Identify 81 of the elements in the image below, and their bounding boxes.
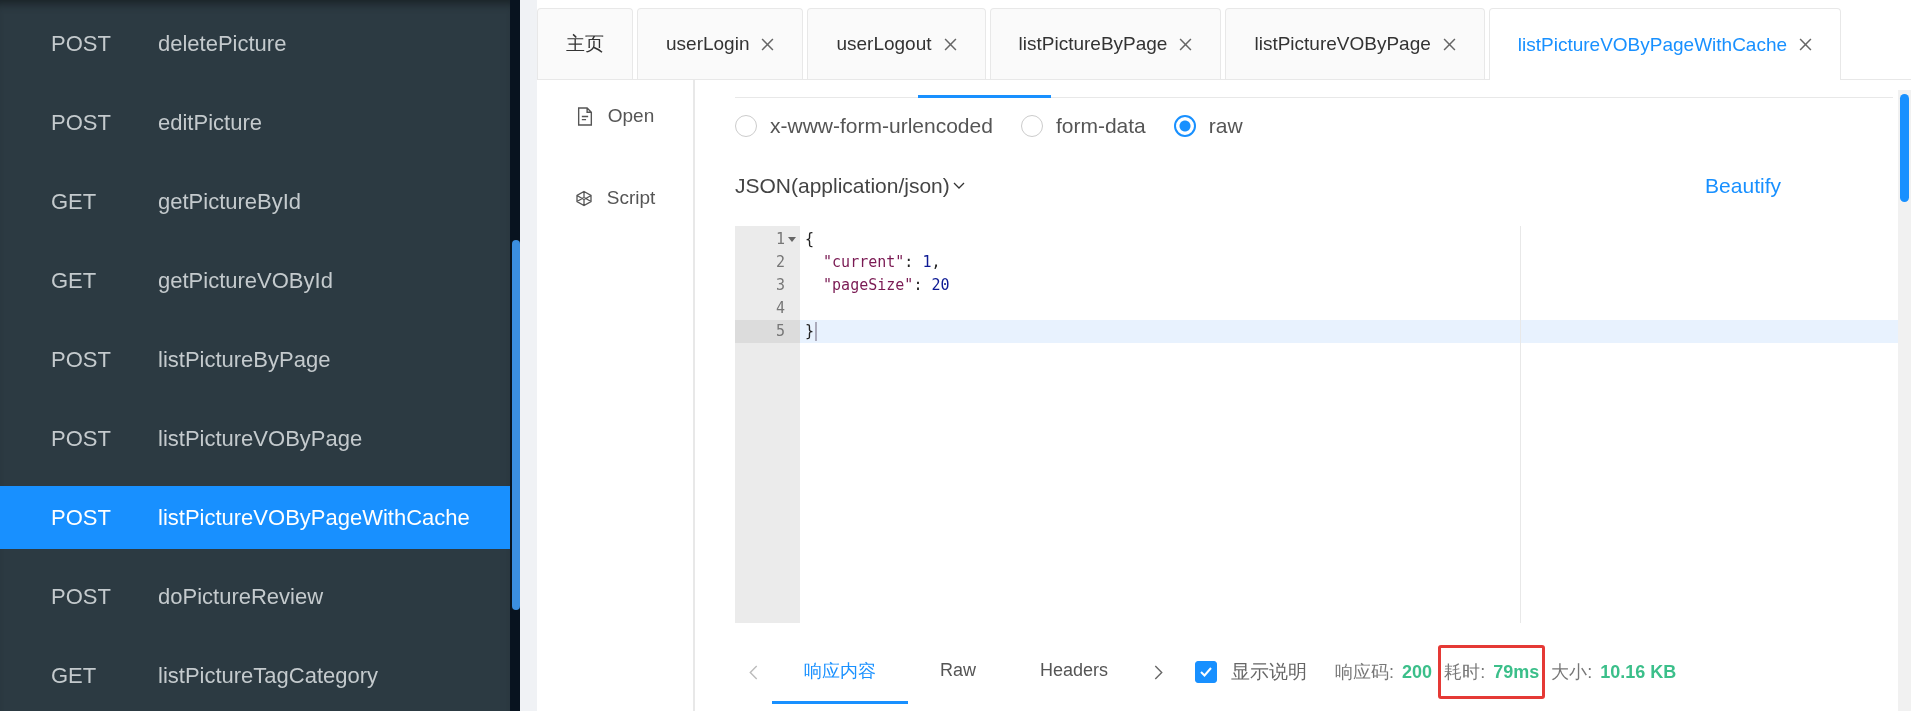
tab-label: userLogout [836,33,932,55]
close-icon[interactable] [761,37,775,51]
close-icon[interactable] [1442,37,1456,51]
http-method: POST [50,504,112,531]
tab[interactable]: listPictureVOByPage [1225,8,1485,79]
line-number: 4 [774,298,786,319]
stat-value: 200 [1402,661,1433,683]
stat-label: 耗时: [1444,661,1486,684]
http-method: POST [50,425,112,452]
response-tab[interactable]: Headers [1008,640,1141,704]
code-editor[interactable]: 1 2 3 4 5 { "current": 1, "pageSize": 20 } [735,226,1899,623]
endpoint-name: deletePicture [158,30,287,57]
caret-icon [952,182,965,190]
endpoint-item[interactable]: POST listPictureByPage [0,328,510,391]
stat-value: 79ms [1493,661,1540,683]
endpoint-item[interactable]: POST doPictureReview [0,565,510,628]
script-button[interactable]: Script [574,182,656,214]
radio-label: form-data [1055,114,1146,138]
endpoint-name: listPictureTagCategory [158,662,379,689]
http-method: GET [50,662,98,689]
endpoint-item[interactable]: POST listPictureVOByPage [0,407,510,470]
tab-label: listPictureByPage [1018,33,1168,55]
cube-icon [574,188,593,208]
close-icon[interactable] [943,37,957,51]
tab[interactable]: userLogout [807,8,986,79]
document-icon [575,106,594,126]
stat-label: 大小: [1551,661,1593,684]
response-tab[interactable]: Raw [908,640,1008,704]
tab[interactable]: userLogin [637,8,804,79]
http-method: POST [50,583,112,610]
endpoint-item[interactable]: GET getPictureById [0,170,510,233]
code-line: "current": 1, [822,252,941,273]
http-method: GET [50,188,98,215]
endpoint-name: getPictureVOById [158,267,333,294]
checkbox-label: 显示说明 [1231,660,1308,684]
stat-value: 10.16 KB [1600,661,1677,683]
line-number: 1 [735,228,800,251]
tab-label: listPictureVOByPage [1254,33,1431,55]
line-number: 5 [735,320,800,343]
close-icon[interactable] [1799,38,1813,51]
radio-option[interactable]: form-data [1020,114,1146,138]
line-number: 3 [774,275,786,296]
tab-label: listPictureVOByPageWithCache [1517,33,1788,56]
http-method: POST [50,109,112,136]
code-line: { [805,229,815,250]
tab-label: userLogin [666,33,750,55]
endpoint-item[interactable]: POST deletePicture [0,12,510,75]
check-icon [1199,665,1214,679]
endpoint-item[interactable]: GET getPictureVOById [0,249,510,312]
radio-label: raw [1208,114,1243,138]
tab[interactable]: 主页 [537,8,633,79]
checkbox[interactable] [1195,661,1218,683]
endpoint-name: listPictureByPage [158,346,331,373]
tab-label: 主页 [566,32,604,56]
fold-arrow-icon[interactable] [788,236,796,243]
line-number: 2 [774,252,786,273]
code-line: "pageSize": 20 [822,275,950,296]
endpoint-name: listPictureVOByPage [158,425,363,452]
http-method: GET [50,267,98,294]
text-cursor [815,322,818,341]
http-method: POST [50,30,112,57]
radio-option[interactable]: raw [1173,114,1243,138]
content-type-dropdown[interactable]: JSON(application/json) [735,174,965,198]
endpoint-item[interactable]: GET listPictureTagCategory [0,644,510,707]
radio-button[interactable] [1173,115,1196,137]
tab[interactable]: listPictureByPage [989,8,1222,79]
scrollbar-thumb[interactable] [512,240,520,610]
chevron-right-icon[interactable] [1154,664,1164,680]
endpoint-name: listPictureVOByPageWithCache [158,504,470,531]
http-method: POST [50,346,112,373]
code-line: } [805,321,815,342]
stat-label: 响应码: [1335,661,1395,684]
endpoint-item[interactable]: POST editPicture [0,91,510,154]
endpoint-name: getPictureById [158,188,302,215]
close-icon[interactable] [1179,37,1193,51]
open-button[interactable]: Open [575,100,655,132]
vertical-scrollbar[interactable] [1898,90,1911,711]
endpoint-name: doPictureReview [158,583,324,610]
scrollbar-thumb[interactable] [1900,94,1909,202]
endpoint-name: editPicture [158,109,262,136]
sidebar-scrollbar[interactable] [510,0,520,711]
